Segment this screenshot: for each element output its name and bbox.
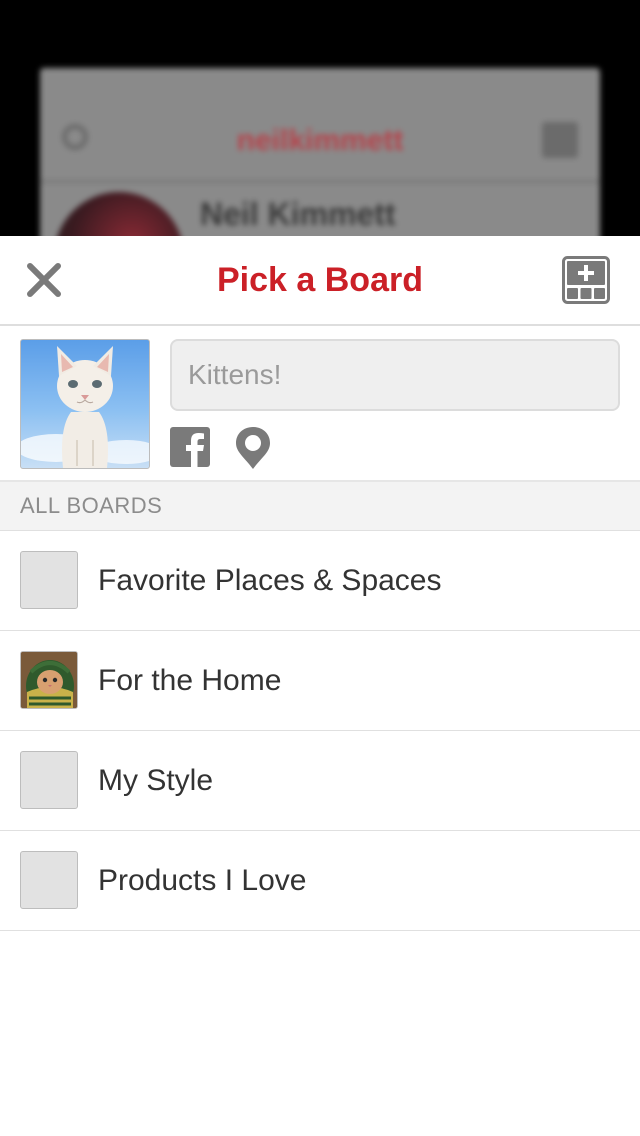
background-profile-name: Neil Kimmett bbox=[200, 196, 396, 232]
board-list: Favorite Places & Spaces For the Home My… bbox=[0, 531, 640, 931]
place-icon bbox=[236, 427, 270, 469]
board-label: For the Home bbox=[98, 664, 282, 697]
background-username: neilkimmett bbox=[236, 124, 404, 157]
board-label: My Style bbox=[98, 764, 214, 797]
pin-image bbox=[20, 339, 150, 469]
description-input[interactable] bbox=[170, 339, 620, 411]
hooded-kitten-thumbnail bbox=[21, 652, 77, 708]
page-title: Pick a Board bbox=[217, 261, 423, 299]
topbar: Pick a Board bbox=[0, 236, 640, 326]
board-item-favorite-places[interactable]: Favorite Places & Spaces bbox=[0, 531, 640, 631]
kitten-image bbox=[21, 346, 149, 468]
add-board-icon bbox=[562, 256, 610, 304]
board-thumbnail bbox=[20, 551, 78, 609]
board-thumbnail bbox=[20, 651, 78, 709]
board-item-products-i-love[interactable]: Products I Love bbox=[0, 831, 640, 931]
place-toggle[interactable] bbox=[234, 425, 272, 471]
background-add-icon bbox=[542, 122, 578, 158]
add-board-button[interactable] bbox=[562, 256, 610, 304]
background-header: neilkimmett bbox=[40, 68, 600, 183]
board-label: Products I Love bbox=[98, 864, 307, 897]
board-item-my-style[interactable]: My Style bbox=[0, 731, 640, 831]
board-item-for-the-home[interactable]: For the Home bbox=[0, 631, 640, 731]
facebook-share-toggle[interactable] bbox=[170, 427, 210, 467]
facebook-icon bbox=[170, 427, 210, 467]
pin-details bbox=[0, 326, 640, 482]
all-boards-header: ALL BOARDS bbox=[0, 482, 640, 531]
pick-board-sheet: Pick a Board Kittens! ALL BOARDS Favorit… bbox=[0, 236, 640, 1136]
board-label: Favorite Places & Spaces bbox=[98, 564, 442, 597]
board-thumbnail bbox=[20, 751, 78, 809]
board-thumbnail bbox=[20, 851, 78, 909]
